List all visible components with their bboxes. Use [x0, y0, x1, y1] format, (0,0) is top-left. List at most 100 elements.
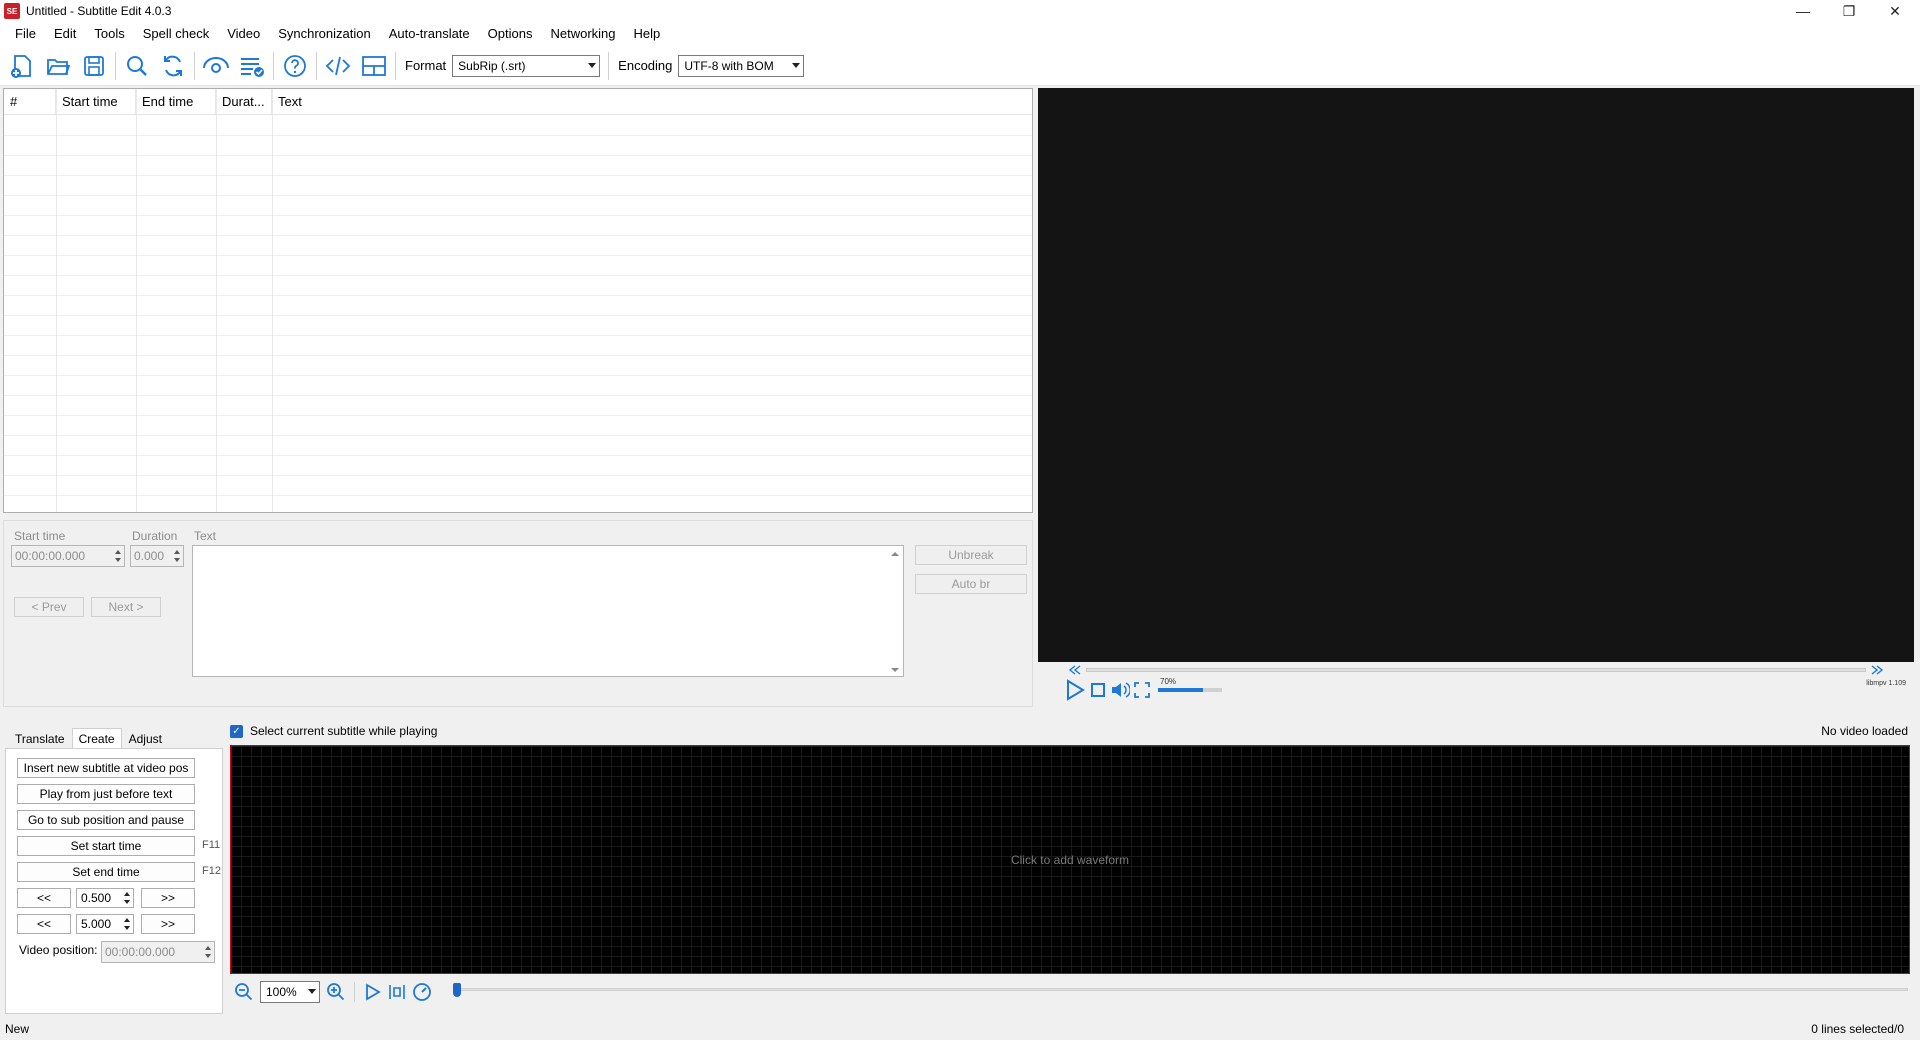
find-icon[interactable]	[119, 48, 155, 84]
menu-auto-translate[interactable]: Auto-translate	[380, 22, 479, 46]
video-seek-bar[interactable]	[1086, 668, 1866, 672]
subtitle-text-input[interactable]	[192, 545, 904, 677]
layout-icon[interactable]	[356, 48, 392, 84]
help-icon[interactable]	[277, 48, 313, 84]
menu-tools[interactable]: Tools	[85, 22, 133, 46]
zoom-in-icon[interactable]	[326, 982, 346, 1002]
grid-column-line	[272, 89, 273, 512]
encoding-value: UTF-8 with BOM	[684, 58, 774, 73]
duration-input[interactable]: 0.000	[130, 545, 184, 567]
column-end-time[interactable]: End time	[136, 89, 216, 114]
grid-row-line	[4, 295, 1032, 296]
go-to-sub-pause-button[interactable]: Go to sub position and pause	[17, 810, 195, 830]
zoom-dropdown[interactable]: 100%	[260, 981, 320, 1003]
grid-row-line	[4, 415, 1032, 416]
close-button[interactable]: ✕	[1872, 0, 1918, 22]
checkbox-checked-icon[interactable]: ✓	[230, 724, 243, 738]
video-position-label: Video position:	[19, 943, 98, 957]
tab-translate[interactable]: Translate	[8, 728, 72, 748]
spin-down-icon	[124, 900, 130, 904]
waveform-area[interactable]: Click to add waveform	[230, 745, 1910, 974]
subtitle-list[interactable]: # Start time End time Durat... Text	[3, 88, 1033, 513]
grid-row-line	[4, 355, 1032, 356]
tab-adjust[interactable]: Adjust	[122, 728, 169, 748]
next-button[interactable]: Next >	[91, 597, 161, 617]
play-before-text-button[interactable]: Play from just before text	[17, 784, 195, 804]
spin-up-icon	[205, 946, 211, 950]
column-duration[interactable]: Durat...	[216, 89, 272, 114]
encoding-dropdown[interactable]: UTF-8 with BOM	[678, 54, 805, 77]
forward-small-step-button[interactable]: >>	[141, 888, 195, 908]
menu-spell-check[interactable]: Spell check	[134, 22, 218, 46]
play-icon[interactable]	[1064, 678, 1086, 702]
save-icon[interactable]	[76, 48, 112, 84]
create-tab-panel: Insert new subtitle at video pos Play fr…	[5, 748, 223, 1014]
video-controls: 70% libmpv 1.109	[1038, 662, 1914, 707]
back-small-step-button[interactable]: <<	[17, 888, 71, 908]
fast-forward-icon[interactable]	[1870, 665, 1884, 675]
duration-value: 0.000	[134, 549, 165, 563]
set-start-time-button[interactable]: Set start time	[17, 836, 195, 856]
slider-thumb[interactable]	[453, 983, 461, 997]
select-current-checkbox-row[interactable]: ✓ Select current subtitle while playing	[230, 724, 437, 738]
select-current-label: Select current subtitle while playing	[250, 724, 438, 738]
menu-help[interactable]: Help	[625, 22, 670, 46]
text-scrollbar[interactable]	[887, 546, 903, 676]
spell-check-icon[interactable]	[234, 48, 270, 84]
no-video-label: No video loaded	[1821, 724, 1908, 738]
grid-column-line	[216, 89, 217, 512]
toggle-spectrogram-icon[interactable]	[388, 982, 406, 1002]
prev-button[interactable]: < Prev	[14, 597, 84, 617]
start-time-input[interactable]: 00:00:00.000	[11, 545, 125, 567]
zoom-out-icon[interactable]	[234, 982, 254, 1002]
menu-video[interactable]: Video	[218, 22, 269, 46]
minimize-button[interactable]: —	[1780, 0, 1826, 22]
playback-speed-icon[interactable]	[412, 982, 432, 1002]
maximize-button[interactable]: ❐	[1826, 0, 1872, 22]
fullscreen-icon[interactable]	[1134, 682, 1150, 698]
player-info: libmpv 1.109	[1866, 680, 1906, 687]
menu-edit[interactable]: Edit	[45, 22, 85, 46]
set-end-time-button[interactable]: Set end time	[17, 862, 195, 882]
forward-large-step-button[interactable]: >>	[141, 914, 195, 934]
video-position-input[interactable]: 00:00:00.000	[101, 941, 215, 963]
app-icon: SE	[4, 3, 20, 19]
menu-networking[interactable]: Networking	[541, 22, 624, 46]
set-end-shortcut: F12	[202, 865, 221, 877]
volume-icon[interactable]	[1110, 680, 1130, 700]
spin-up-icon	[124, 918, 130, 922]
play-selection-icon[interactable]	[364, 982, 382, 1002]
large-step-input[interactable]: 5.000	[76, 914, 134, 934]
stop-icon[interactable]	[1090, 682, 1106, 698]
column-text[interactable]: Text	[272, 89, 1032, 114]
small-step-input[interactable]: 0.500	[76, 888, 134, 908]
open-folder-icon[interactable]	[40, 48, 76, 84]
chevron-down-icon	[308, 989, 316, 994]
replace-icon[interactable]	[155, 48, 191, 84]
visual-sync-icon[interactable]	[198, 48, 234, 84]
tab-create[interactable]: Create	[71, 728, 122, 748]
menu-synchronization[interactable]: Synchronization	[269, 22, 380, 46]
unbreak-button[interactable]: Unbreak	[915, 545, 1027, 565]
spin-up-icon	[124, 892, 130, 896]
new-file-icon[interactable]	[4, 48, 40, 84]
video-player[interactable]	[1038, 88, 1914, 662]
grid-row-line	[4, 275, 1032, 276]
source-view-icon[interactable]	[320, 48, 356, 84]
insert-subtitle-button[interactable]: Insert new subtitle at video pos	[17, 758, 195, 778]
rewind-icon[interactable]	[1068, 665, 1082, 675]
column-start-time[interactable]: Start time	[56, 89, 136, 114]
grid-row-line	[4, 395, 1032, 396]
status-selection-count: 0 lines selected/0	[1811, 1022, 1904, 1036]
menu-file[interactable]: File	[6, 22, 45, 46]
back-large-step-button[interactable]: <<	[17, 914, 71, 934]
volume-slider[interactable]	[1158, 688, 1222, 692]
format-dropdown[interactable]: SubRip (.srt)	[452, 54, 601, 77]
column-number[interactable]: #	[4, 89, 56, 114]
waveform-position-slider[interactable]	[453, 983, 1908, 997]
format-value: SubRip (.srt)	[458, 58, 526, 73]
auto-br-button[interactable]: Auto br	[915, 574, 1027, 594]
toolbar: Format SubRip (.srt) Encoding UTF-8 with…	[0, 46, 1920, 86]
menu-options[interactable]: Options	[479, 22, 542, 46]
grid-column-line	[136, 89, 137, 512]
